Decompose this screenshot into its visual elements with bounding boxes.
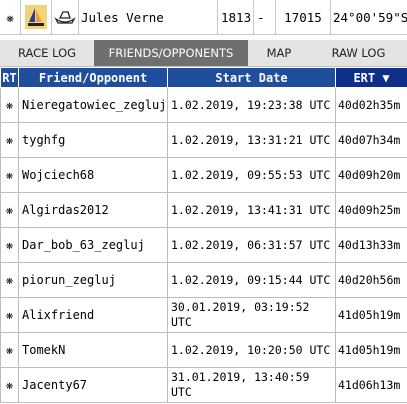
ert-value: 40d09h20m xyxy=(335,157,407,193)
table-row[interactable]: ❋ Dar_bob_63_zegluj 1.02.2019, 06:31:57 … xyxy=(0,227,407,263)
ert-value: 41d05h19m xyxy=(335,332,407,368)
start-date: 1.02.2019, 10:20:50 UTC xyxy=(167,332,336,368)
start-date: 1.02.2019, 13:31:21 UTC xyxy=(167,122,336,158)
start-date: 30.01.2019, 03:19:52 UTC xyxy=(167,297,336,333)
friend-name: tyghfg xyxy=(18,122,168,158)
friend-name: Alixfriend xyxy=(18,297,168,333)
ship-icon xyxy=(52,0,79,34)
tab-map[interactable]: MAP xyxy=(248,40,310,66)
start-date: 1.02.2019, 06:31:57 UTC xyxy=(167,227,336,263)
column-header-friend[interactable]: Friend/Opponent xyxy=(18,67,168,88)
start-date: 1.02.2019, 19:23:38 UTC xyxy=(167,87,336,123)
column-header-rt[interactable]: RT xyxy=(0,67,19,88)
rt-icon[interactable]: ❋ xyxy=(0,157,19,193)
column-header-ert[interactable]: ERT ▼ xyxy=(335,67,407,88)
friend-name: Wojciech68 xyxy=(18,157,168,193)
tab-race-log[interactable]: RACE LOG xyxy=(0,40,94,66)
start-date: 31.01.2019, 13:40:59 UTC xyxy=(167,367,336,403)
table-row[interactable]: ❋ piorun_zegluj 1.02.2019, 09:15:44 UTC … xyxy=(0,262,407,298)
ert-value: 40d20h56m xyxy=(335,262,407,298)
friend-name: piorun_zegluj xyxy=(18,262,168,298)
rt-icon[interactable]: ❋ xyxy=(0,87,19,123)
ert-value: 41d06h13m xyxy=(335,367,407,403)
table-row[interactable]: ❋ Alixfriend 30.01.2019, 03:19:52 UTC 41… xyxy=(0,297,407,333)
rt-icon[interactable]: ❋ xyxy=(0,122,19,158)
rt-icon[interactable]: ❋ xyxy=(0,192,19,228)
table-row[interactable]: ❋ Jacenty67 31.01.2019, 13:40:59 UTC 41d… xyxy=(0,367,407,403)
rt-icon[interactable]: ❋ xyxy=(0,297,19,333)
rt-icon: ❋ xyxy=(0,0,21,34)
boat-dash: - xyxy=(254,0,276,34)
friend-name: Jacenty67 xyxy=(18,367,168,403)
friend-name: Dar_bob_63_zegluj xyxy=(18,227,168,263)
ert-value: 40d09h25m xyxy=(335,192,407,228)
friends-table: RT Friend/Opponent Start Date ERT ▼ ❋ Ni… xyxy=(0,67,407,403)
rt-icon[interactable]: ❋ xyxy=(0,262,19,298)
ert-value: 40d13h33m xyxy=(335,227,407,263)
boat-name: Jules Verne xyxy=(78,0,218,34)
start-date: 1.02.2019, 13:41:31 UTC xyxy=(167,192,336,228)
table-row[interactable]: ❋ TomekN 1.02.2019, 10:20:50 UTC 41d05h1… xyxy=(0,332,407,368)
rt-icon[interactable]: ❋ xyxy=(0,367,19,403)
boat-latitude: 24°00'59"S xyxy=(333,9,407,25)
table-row[interactable]: ❋ Wojciech68 1.02.2019, 09:55:53 UTC 40d… xyxy=(0,157,407,193)
rt-icon[interactable]: ❋ xyxy=(0,227,19,263)
tab-raw-log[interactable]: RAW LOG xyxy=(310,40,407,66)
start-date: 1.02.2019, 09:15:44 UTC xyxy=(167,262,336,298)
friend-name: TomekN xyxy=(18,332,168,368)
table-row[interactable]: ❋ Algirdas2012 1.02.2019, 13:41:31 UTC 4… xyxy=(0,192,407,228)
friend-name: Algirdas2012 xyxy=(18,192,168,228)
boat-value: 17015 xyxy=(276,0,331,34)
tab-bar: RACE LOG FRIENDS/OPPONENTS MAP RAW LOG xyxy=(0,40,407,67)
ert-value: 41d05h19m xyxy=(335,297,407,333)
tab-friends-opponents[interactable]: FRIENDS/OPPONENTS xyxy=(94,40,248,66)
ert-value: 40d07h34m xyxy=(335,122,407,158)
ert-value: 40d02h35m xyxy=(335,87,407,123)
boat-rank: 1813 xyxy=(218,0,254,34)
table-row[interactable]: ❋ tyghfg 1.02.2019, 13:31:21 UTC 40d07h3… xyxy=(0,122,407,158)
column-header-start-date[interactable]: Start Date xyxy=(167,67,336,88)
friend-name: Nieregatowiec_zegluj xyxy=(18,87,168,123)
current-boat-row: ❋ Jules Verne 1813 - 17015 24°00'59"S xyxy=(0,0,407,35)
sailboat-icon xyxy=(21,0,52,34)
start-date: 1.02.2019, 09:55:53 UTC xyxy=(167,157,336,193)
table-row[interactable]: ❋ Nieregatowiec_zegluj 1.02.2019, 19:23:… xyxy=(0,87,407,123)
rt-icon[interactable]: ❋ xyxy=(0,332,19,368)
